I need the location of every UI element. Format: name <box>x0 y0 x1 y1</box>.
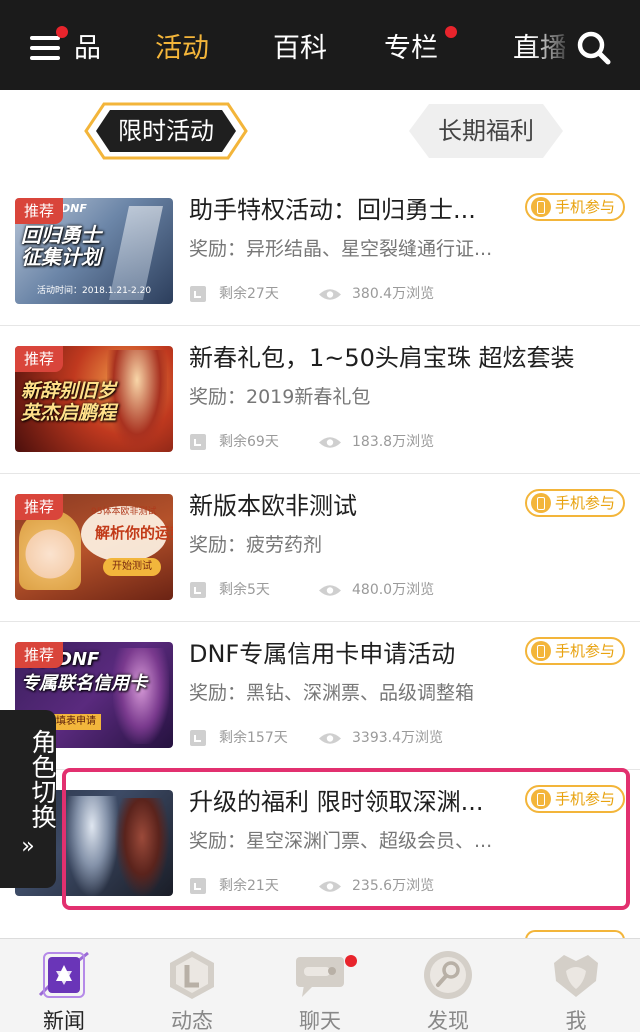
activity-reward: 奖励：疲劳药剂 <box>189 534 323 556</box>
nav-tab-products[interactable]: 品 <box>74 26 101 65</box>
mobile-participate-badge: 手机参与 <box>525 489 625 517</box>
view-count: 380.4万浏览 <box>352 286 435 302</box>
profile-icon <box>554 955 598 997</box>
recommend-tag: 推荐 <box>15 346 64 372</box>
activity-title: 新版本欧非测试 <box>189 492 357 520</box>
tab-feed[interactable]: 动态 <box>128 939 256 1032</box>
segment-limited-activities[interactable]: 限时活动 <box>82 100 250 162</box>
chat-icon <box>296 957 344 997</box>
eye-icon <box>319 437 341 448</box>
nav-tab-activities[interactable]: 活动 <box>155 26 209 65</box>
view-count: 183.8万浏览 <box>352 434 435 450</box>
feed-icon <box>170 951 214 999</box>
view-count: 480.0万浏览 <box>352 582 435 598</box>
role-switch-button[interactable]: 角色切换 » <box>0 710 57 888</box>
double-chevron-icon: » <box>21 834 35 859</box>
activity-reward: 奖励：异形结晶、星空裂缝通行证... <box>189 238 493 260</box>
eye-icon <box>319 733 341 744</box>
menu-notification-dot <box>56 26 68 38</box>
tab-profile[interactable]: 我 <box>512 939 640 1032</box>
columns-notification-dot <box>445 26 457 38</box>
recommend-tag: 推荐 <box>15 198 64 224</box>
remaining-days: 剩余27天 <box>219 286 279 302</box>
activity-reward: 奖励：黑钻、深渊票、品级调整箱 <box>189 682 475 704</box>
mobile-participate-badge: 手机参与 <box>525 637 625 665</box>
recommend-tag: 推荐 <box>15 642 64 668</box>
calendar-icon <box>190 730 206 746</box>
activity-card[interactable]: 平安DNF 专属联名信用卡 点击填表申请 推荐 DNF专属信用卡申请活动 奖励：… <box>0 622 640 770</box>
phone-icon <box>531 493 551 513</box>
chat-notification-dot <box>345 955 357 967</box>
recommend-tag: 推荐 <box>15 494 64 520</box>
phone-icon <box>531 641 551 661</box>
eye-icon <box>319 289 341 300</box>
bottom-tab-bar: 新闻 动态 聊天 发现 我 <box>0 938 640 1032</box>
activity-title: 助手特权活动：回归勇士... <box>189 196 476 224</box>
discover-icon <box>424 951 472 999</box>
search-icon[interactable] <box>576 30 612 66</box>
calendar-icon <box>190 582 206 598</box>
calendar-icon <box>190 286 206 302</box>
highlight-box <box>62 768 630 910</box>
menu-icon[interactable] <box>26 26 68 66</box>
remaining-days: 剩余157天 <box>219 730 288 746</box>
phone-icon <box>531 197 551 217</box>
mobile-participate-badge: 手机参与 <box>525 193 625 221</box>
nav-tab-wiki[interactable]: 百科 <box>273 26 327 65</box>
activity-card[interactable]: 95体本欧非测试 解析你的运势 开始测试 推荐 新版本欧非测试 奖励：疲劳药剂 … <box>0 474 640 622</box>
activity-card[interactable]: 新辞别旧岁 英杰启鹏程 推荐 新春礼包，1~50头肩宝珠 超炫套装 奖励：201… <box>0 326 640 474</box>
view-count: 3393.4万浏览 <box>352 730 443 746</box>
top-nav: 品 活动 百科 专栏 直播 <box>0 0 640 90</box>
remaining-days: 剩余69天 <box>219 434 279 450</box>
remaining-days: 剩余5天 <box>219 582 270 598</box>
tab-discover[interactable]: 发现 <box>384 939 512 1032</box>
activity-title: DNF专属信用卡申请活动 <box>189 640 456 668</box>
tab-news[interactable]: 新闻 <box>0 939 128 1032</box>
news-icon <box>38 951 89 998</box>
activity-title: 新春礼包，1~50头肩宝珠 超炫套装 <box>189 344 575 372</box>
calendar-icon <box>190 434 206 450</box>
nav-tab-columns[interactable]: 专栏 <box>384 26 438 65</box>
activity-reward: 奖励：2019新春礼包 <box>189 386 371 408</box>
activity-card[interactable]: 回归勇士 征集计划 DNF 活动时间：2018.1.21-2.20 推荐 助手特… <box>0 178 640 326</box>
eye-icon <box>319 585 341 596</box>
tab-chat[interactable]: 聊天 <box>256 939 384 1032</box>
segment-long-term-benefits[interactable]: 长期福利 <box>407 100 565 162</box>
